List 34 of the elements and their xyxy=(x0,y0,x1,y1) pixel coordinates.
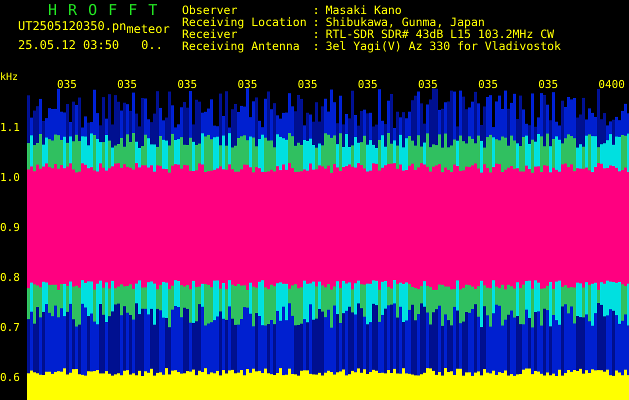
axis-tick-label: 0.7 xyxy=(0,322,20,334)
axis-tick-label: 0.6 xyxy=(0,372,20,384)
axis-tick-label: 0.9 xyxy=(0,222,20,234)
info-value: 3el Yagi(V) Az 330 for Vladivostok xyxy=(326,40,561,52)
separator: : xyxy=(312,40,320,52)
info-label: Receiving Location xyxy=(182,16,307,28)
info-value: Shibukawa, Gunma, Japan xyxy=(326,16,486,28)
date-time: 25.05.12 03:50 xyxy=(18,38,120,53)
code-label: 0.. xyxy=(141,38,163,53)
axis-tick-label: 0.8 xyxy=(0,272,20,284)
separator: : xyxy=(312,28,320,40)
separator: : xyxy=(312,4,320,16)
time-label: 035 xyxy=(538,78,558,92)
info-label: Observer xyxy=(182,4,238,16)
info-label: Receiver xyxy=(182,28,238,40)
info-value: RTL-SDR SDR# 43dB L15 103.2MHz CW xyxy=(326,28,556,40)
time-label: 035 xyxy=(478,78,498,92)
mode-label: meteor xyxy=(126,22,170,37)
axis-tick-label: 1.1 xyxy=(0,122,20,134)
time-label: 035 xyxy=(177,78,198,92)
separator: : xyxy=(312,16,320,28)
axis-tick-label: 1.0 xyxy=(0,172,20,184)
time-label: 035 xyxy=(358,78,378,92)
info-label: Receiving Antenna xyxy=(182,40,301,52)
time-label: 035 xyxy=(418,78,438,92)
time-label: 0400 xyxy=(598,78,625,92)
time-label: 035 xyxy=(57,78,77,92)
info-value: Masaki Kano xyxy=(326,4,403,16)
filename: UT2505120350.pn xyxy=(18,19,126,34)
time-label: 035 xyxy=(117,78,138,92)
axis-unit: kHz xyxy=(0,72,18,84)
time-label: 035 xyxy=(298,78,318,92)
app-title: H R O F F T xyxy=(47,2,160,19)
time-label: 035 xyxy=(237,78,258,92)
